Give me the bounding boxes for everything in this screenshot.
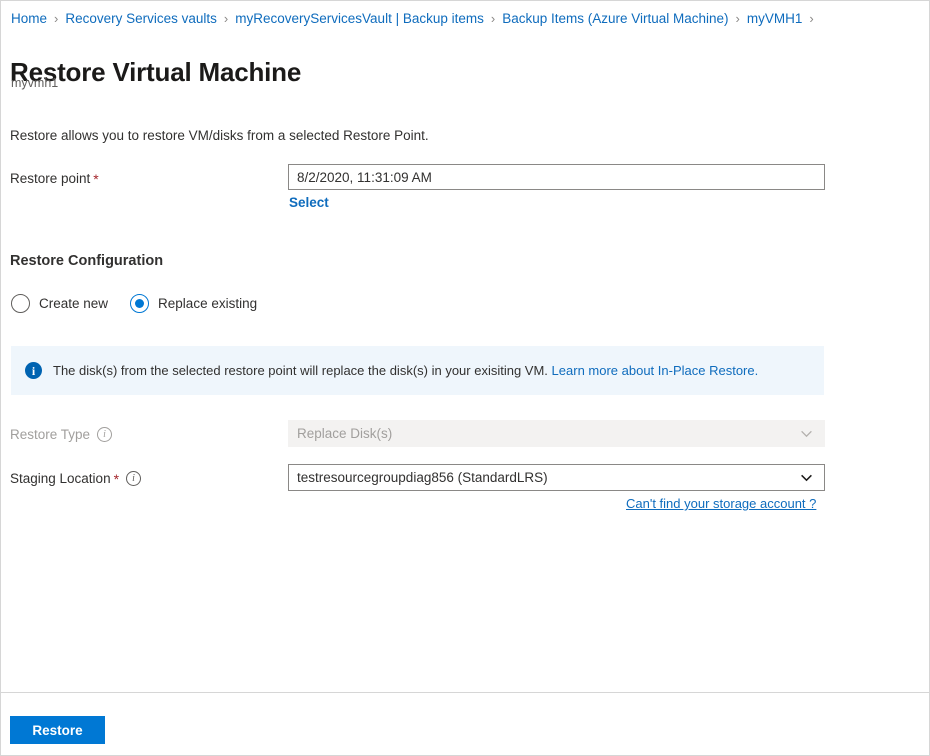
restore-type-value: Replace Disk(s)	[297, 426, 800, 441]
info-circle-icon[interactable]: i	[126, 471, 141, 486]
staging-location-required-marker: *	[114, 472, 119, 486]
breadcrumb-separator: ›	[54, 11, 58, 26]
learn-more-in-place-restore-link[interactable]: Learn more about In-Place Restore.	[552, 363, 759, 378]
in-place-restore-info-banner: i The disk(s) from the selected restore …	[11, 346, 824, 395]
staging-location-value: testresourcegroupdiag856 (StandardLRS)	[297, 470, 800, 485]
staging-location-label-text: Staging Location	[10, 471, 111, 486]
info-circle-icon[interactable]: i	[97, 427, 112, 442]
breadcrumb: Home › Recovery Services vaults › myReco…	[1, 1, 929, 35]
page-subtitle: myvmh1	[11, 76, 58, 90]
restore-point-label-text: Restore point	[10, 171, 90, 186]
radio-option-create-new[interactable]: Create new	[11, 294, 108, 313]
cant-find-storage-account-link[interactable]: Can't find your storage account ?	[626, 496, 816, 511]
radio-label-replace-existing: Replace existing	[158, 296, 257, 311]
footer-divider	[1, 692, 929, 693]
chevron-down-icon	[800, 427, 813, 440]
staging-location-dropdown[interactable]: testresourcegroupdiag856 (StandardLRS)	[288, 464, 825, 491]
radio-option-replace-existing[interactable]: Replace existing	[130, 294, 257, 313]
restore-point-label: Restore point *	[10, 171, 99, 186]
info-icon: i	[25, 362, 42, 379]
intro-description: Restore allows you to restore VM/disks f…	[10, 128, 429, 143]
breadcrumb-item-vault-backup-items[interactable]: myRecoveryServicesVault | Backup items	[235, 11, 484, 26]
restore-configuration-radio-group: Create new Replace existing	[11, 294, 279, 313]
restore-point-select-link[interactable]: Select	[289, 195, 329, 210]
breadcrumb-separator-trailing: ›	[809, 11, 813, 26]
radio-dot-icon	[135, 299, 144, 308]
breadcrumb-separator: ›	[736, 11, 740, 26]
radio-label-create-new: Create new	[39, 296, 108, 311]
restore-configuration-heading: Restore Configuration	[10, 253, 163, 269]
restore-button[interactable]: Restore	[10, 716, 105, 744]
restore-type-label-text: Restore Type	[10, 427, 90, 442]
restore-point-required-marker: *	[93, 172, 98, 186]
radio-circle-icon	[130, 294, 149, 313]
staging-location-label: Staging Location * i	[10, 471, 141, 486]
breadcrumb-separator: ›	[491, 11, 495, 26]
restore-type-label: Restore Type i	[10, 427, 112, 442]
restore-virtual-machine-page: Home › Recovery Services vaults › myReco…	[0, 0, 930, 756]
info-banner-text: The disk(s) from the selected restore po…	[53, 363, 758, 378]
breadcrumb-item-backup-items-azure-virtual-machine[interactable]: Backup Items (Azure Virtual Machine)	[502, 11, 728, 26]
chevron-down-icon	[800, 471, 813, 484]
breadcrumb-item-recovery-services-vaults[interactable]: Recovery Services vaults	[65, 11, 217, 26]
breadcrumb-separator: ›	[224, 11, 228, 26]
restore-point-input[interactable]	[288, 164, 825, 190]
restore-type-dropdown: Replace Disk(s)	[288, 420, 825, 447]
breadcrumb-item-myvmh1[interactable]: myVMH1	[747, 11, 803, 26]
breadcrumb-item-home[interactable]: Home	[11, 11, 47, 26]
radio-circle-icon	[11, 294, 30, 313]
info-banner-message: The disk(s) from the selected restore po…	[53, 363, 548, 378]
